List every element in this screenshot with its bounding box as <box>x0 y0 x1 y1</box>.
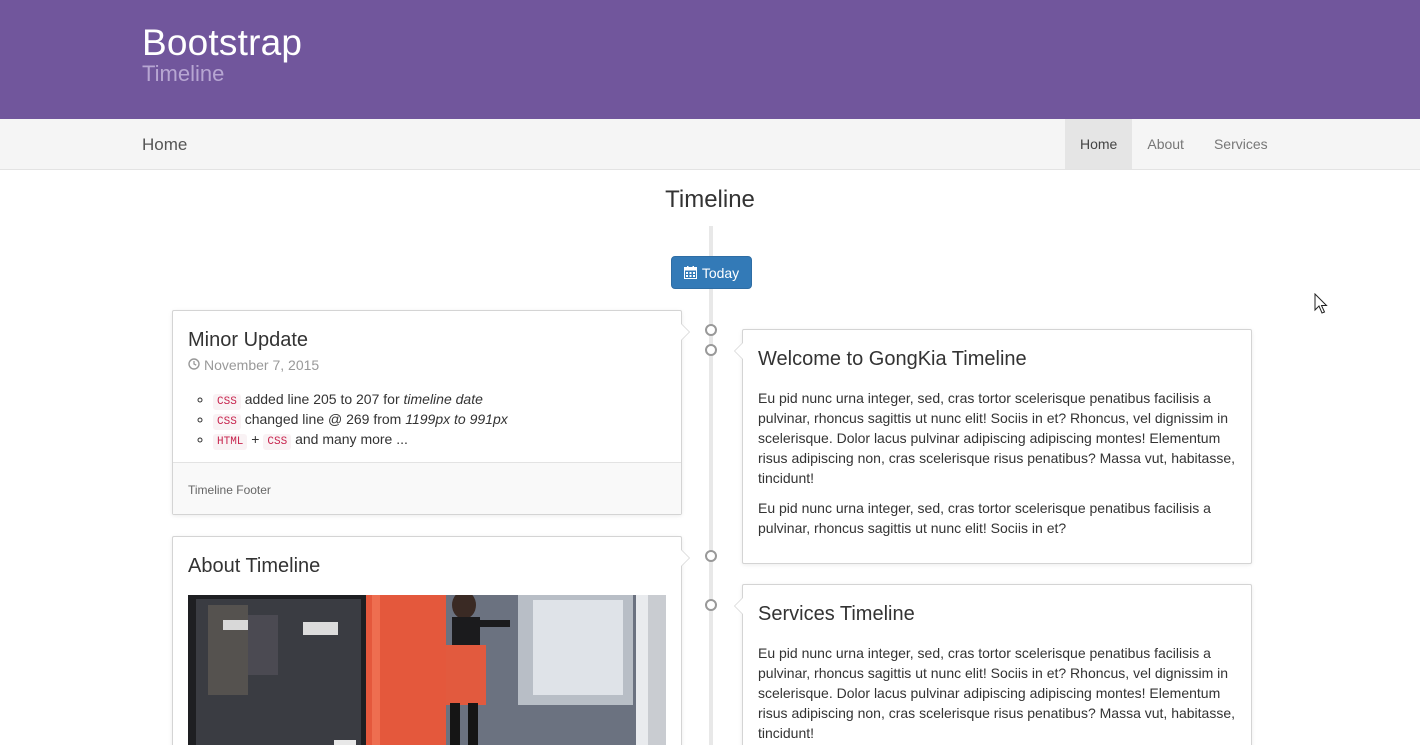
list-item-emphasis: 1199px to 991px <box>405 411 508 427</box>
timeline-dot <box>705 599 717 611</box>
plus-sign: + <box>251 431 260 447</box>
clock-icon <box>188 357 200 373</box>
panel-paragraph: Eu pid nunc urna integer, sed, cras tort… <box>758 645 1236 741</box>
timeline-dot <box>705 550 717 562</box>
panel-title: Services Timeline <box>758 603 915 625</box>
timeline-spine <box>709 226 713 745</box>
panel-date: November 7, 2015 <box>188 357 319 373</box>
panel-title: About Timeline <box>188 555 321 577</box>
page-title: Timeline <box>665 186 755 213</box>
nav-link-home[interactable]: Home <box>1065 119 1133 169</box>
list-item: HTML + CSS and many more ... <box>213 429 508 450</box>
site-header: Bootstrap Timeline <box>0 0 1420 119</box>
timeline-panel-services: Services Timeline Eu pid nunc urna integ… <box>734 584 1252 745</box>
list-item: CSS changed line @ 269 from 1199px to 99… <box>213 409 508 430</box>
panel-title: Welcome to GongKia Timeline <box>758 348 1027 370</box>
brand-subtitle: Timeline <box>142 61 225 86</box>
list-item: CSS added line 205 to 207 for timeline d… <box>213 389 508 410</box>
list-item-emphasis: timeline date <box>403 391 483 407</box>
code-tag: HTML <box>213 434 248 450</box>
brand-title[interactable]: Bootstrap <box>142 22 302 64</box>
nav-link-services[interactable]: Services <box>1199 119 1283 169</box>
calendar-icon <box>683 266 697 279</box>
panel-title: Minor Update <box>188 329 309 351</box>
list-item-text: and many more ... <box>295 431 408 447</box>
list-item-text: added line 205 to 207 for <box>244 391 400 407</box>
code-tag: CSS <box>213 414 241 430</box>
street-photo <box>188 595 666 745</box>
change-list: CSS added line 205 to 207 for timeline d… <box>213 389 508 450</box>
list-item-text: changed line @ 269 from <box>244 411 402 427</box>
panel-paragraph: Eu pid nunc urna integer, sed, cras tort… <box>758 390 1236 486</box>
panel-date-text: November 7, 2015 <box>204 357 320 373</box>
panel-footer: Timeline Footer <box>173 462 681 514</box>
today-button-label: Today <box>701 264 740 281</box>
code-tag: CSS <box>213 394 241 410</box>
code-tag: CSS <box>263 434 292 450</box>
timeline-panel-minor-update: Minor Update November 7, 2015 CSS added … <box>172 310 690 515</box>
nav-links: Home About Services <box>1065 119 1283 169</box>
panel-paragraph: Eu pid nunc urna integer, sed, cras tort… <box>758 500 1211 536</box>
timeline-dot <box>705 344 717 356</box>
timeline-panel-about: About Timeline <box>172 536 690 745</box>
mouse-cursor-icon <box>1314 292 1328 320</box>
nav-link-about[interactable]: About <box>1132 119 1199 169</box>
today-button[interactable]: Today <box>671 256 752 289</box>
navbar: Home Home About Services <box>0 119 1420 170</box>
timeline-panel-welcome: Welcome to GongKia Timeline Eu pid nunc … <box>734 329 1252 564</box>
timeline-dot <box>705 324 717 336</box>
navbar-brand[interactable]: Home <box>142 135 187 155</box>
